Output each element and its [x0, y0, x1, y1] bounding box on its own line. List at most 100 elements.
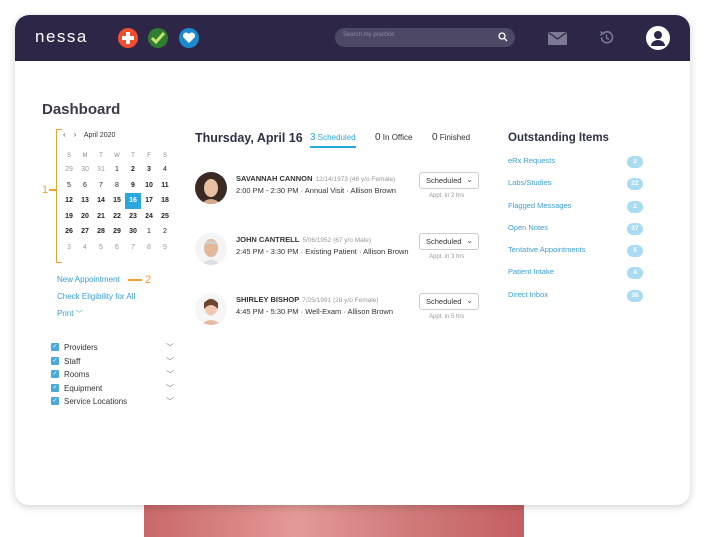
calendar-day[interactable]: 8 — [109, 178, 125, 194]
calendar-day[interactable]: 19 — [61, 209, 77, 225]
filter-staff[interactable]: ✓ Staff ﹀ — [51, 356, 174, 370]
calendar-day[interactable]: 21 — [93, 209, 109, 225]
calendar-day[interactable]: 15 — [109, 193, 125, 209]
patient-name[interactable]: SAVANNAH CANNON 12/14/1973 (46 y/o Female… — [236, 174, 395, 183]
outstanding-item[interactable]: Flagged Messages 2 — [508, 200, 643, 223]
calendar-day[interactable]: 7 — [125, 240, 141, 256]
filter-rooms[interactable]: ✓ Rooms ﹀ — [51, 369, 174, 383]
plus-app-icon[interactable] — [118, 28, 138, 48]
item-label[interactable]: Direct Inbox — [508, 290, 548, 299]
calendar-day[interactable]: 3 — [141, 162, 157, 178]
tab-scheduled[interactable]: 3 Scheduled — [310, 132, 356, 148]
calendar-day[interactable]: 17 — [141, 193, 157, 209]
status-dropdown[interactable]: Scheduled ⌄ — [419, 293, 479, 310]
search-icon[interactable] — [498, 32, 508, 42]
filter-providers[interactable]: ✓ Providers ﹀ — [51, 342, 174, 356]
outstanding-item[interactable]: Labs/Studies 22 — [508, 178, 643, 200]
calendar-day[interactable]: 6 — [77, 178, 93, 194]
outstanding-items-list: eRx Requests 2 Labs/Studies 22 Flagged Mes… — [508, 156, 643, 312]
outstanding-item[interactable]: Tentative Appointments 5 — [508, 245, 643, 267]
calendar-day[interactable]: 24 — [141, 209, 157, 225]
tab-in-office[interactable]: 0 In Office — [375, 132, 412, 143]
history-icon[interactable] — [598, 29, 615, 46]
calendar-day[interactable]: 26 — [61, 224, 77, 240]
chevron-down-icon[interactable]: ﹀ — [166, 342, 174, 353]
new-appointment-link[interactable]: New Appointment — [57, 275, 135, 284]
chevron-down-icon[interactable]: ﹀ — [166, 369, 174, 380]
calendar-day[interactable]: 23 — [125, 209, 141, 225]
calendar-day[interactable]: 20 — [77, 209, 93, 225]
outstanding-item[interactable]: eRx Requests 2 — [508, 156, 643, 178]
outstanding-item[interactable]: Open Notes 37 — [508, 222, 643, 245]
check-app-icon[interactable] — [148, 28, 168, 48]
status-dropdown[interactable]: Scheduled ⌄ — [419, 233, 479, 250]
calendar-day[interactable]: 3 — [61, 240, 77, 256]
calendar-day[interactable]: 1 — [109, 162, 125, 178]
appointment-card[interactable]: SHIRLEY BISHOP 7/25/1991 (28 y/o Female) … — [195, 293, 485, 333]
appointment-card[interactable]: JOHN CANTRELL 5/06/1952 (67 y/o Male) 2:4… — [195, 233, 485, 273]
print-dropdown[interactable]: Print ﹀ — [57, 309, 135, 319]
calendar-day[interactable]: 6 — [109, 240, 125, 256]
calendar-day[interactable]: 1 — [141, 224, 157, 240]
patient-name[interactable]: SHIRLEY BISHOP 7/25/1991 (28 y/o Female) — [236, 295, 378, 304]
calendar-day[interactable]: 25 — [157, 209, 173, 225]
calendar-day[interactable]: 28 — [93, 224, 109, 240]
item-label[interactable]: Tentative Appointments — [508, 245, 586, 254]
search-input[interactable]: Search my practice — [343, 32, 394, 38]
item-label[interactable]: Labs/Studies — [508, 178, 551, 187]
checkbox-icon[interactable]: ✓ — [51, 356, 59, 365]
status-dropdown[interactable]: Scheduled ⌄ — [419, 172, 479, 189]
heart-app-icon[interactable] — [179, 28, 199, 48]
calendar-day[interactable]: 10 — [141, 178, 157, 194]
calendar-day[interactable]: 4 — [77, 240, 93, 256]
calendar-day[interactable]: 5 — [61, 178, 77, 194]
outstanding-item[interactable]: Patient Intake 4 — [508, 267, 643, 289]
filter-label: Service Locations — [64, 397, 128, 406]
previous-month-button[interactable]: ‹ — [63, 130, 66, 139]
next-month-button[interactable]: › — [74, 130, 77, 139]
calendar-day[interactable]: 5 — [93, 240, 109, 256]
calendar-day[interactable]: 2 — [157, 224, 173, 240]
chevron-down-icon[interactable]: ﹀ — [166, 396, 174, 407]
checkbox-icon[interactable]: ✓ — [51, 397, 59, 405]
calendar-day[interactable]: 27 — [77, 224, 93, 240]
calendar-day[interactable]: 22 — [109, 209, 125, 225]
filter-equipment[interactable]: ✓ Equipment ﹀ — [51, 383, 174, 397]
calendar-day[interactable]: 31 — [93, 162, 109, 178]
calendar-day[interactable]: 14 — [93, 193, 109, 209]
item-label[interactable]: Flagged Messages — [508, 201, 571, 210]
check-eligibility-link[interactable]: Check Eligibility for All — [57, 292, 135, 301]
calendar-day[interactable]: 18 — [157, 193, 173, 209]
item-label[interactable]: Patient Intake — [508, 267, 554, 276]
outstanding-item[interactable]: Direct Inbox 36 — [508, 289, 643, 312]
calendar-day[interactable]: 2 — [125, 162, 141, 178]
user-avatar-button[interactable] — [646, 26, 670, 50]
checkbox-icon[interactable]: ✓ — [51, 343, 59, 351]
calendar-day[interactable]: 9 — [157, 240, 173, 256]
chevron-down-icon[interactable]: ﹀ — [166, 356, 174, 367]
calendar-day-selected[interactable]: 16 — [125, 193, 141, 209]
chevron-down-icon[interactable]: ﹀ — [166, 383, 174, 394]
calendar-day[interactable]: 30 — [125, 224, 141, 240]
calendar-day[interactable]: 29 — [109, 224, 125, 240]
calendar-day[interactable]: 8 — [141, 240, 157, 256]
calendar-day[interactable]: 30 — [77, 162, 93, 178]
filter-service-locations[interactable]: ✓ Service Locations ﹀ — [51, 396, 174, 410]
calendar-day[interactable]: 9 — [125, 178, 141, 194]
item-label[interactable]: eRx Requests — [508, 156, 555, 165]
calendar-day[interactable]: 12 — [61, 193, 77, 209]
mail-icon[interactable] — [548, 32, 567, 45]
item-label[interactable]: Open Notes — [508, 223, 548, 232]
search-field[interactable]: Search my practice — [335, 28, 515, 47]
calendar-day[interactable]: 11 — [157, 178, 173, 194]
calendar-day[interactable]: 13 — [77, 193, 93, 209]
calendar-day[interactable]: 29 — [61, 162, 77, 178]
appointment-card[interactable]: SAVANNAH CANNON 12/14/1973 (46 y/o Female… — [195, 172, 485, 212]
appointment-countdown: Appt. in 2 hrs — [429, 193, 465, 199]
patient-name[interactable]: JOHN CANTRELL 5/06/1952 (67 y/o Male) — [236, 235, 371, 244]
calendar-day[interactable]: 7 — [93, 178, 109, 194]
calendar-day[interactable]: 4 — [157, 162, 173, 178]
tab-finished[interactable]: 0 Finished — [432, 132, 470, 143]
checkbox-icon[interactable]: ✓ — [51, 383, 59, 392]
checkbox-icon[interactable]: ✓ — [51, 370, 59, 378]
